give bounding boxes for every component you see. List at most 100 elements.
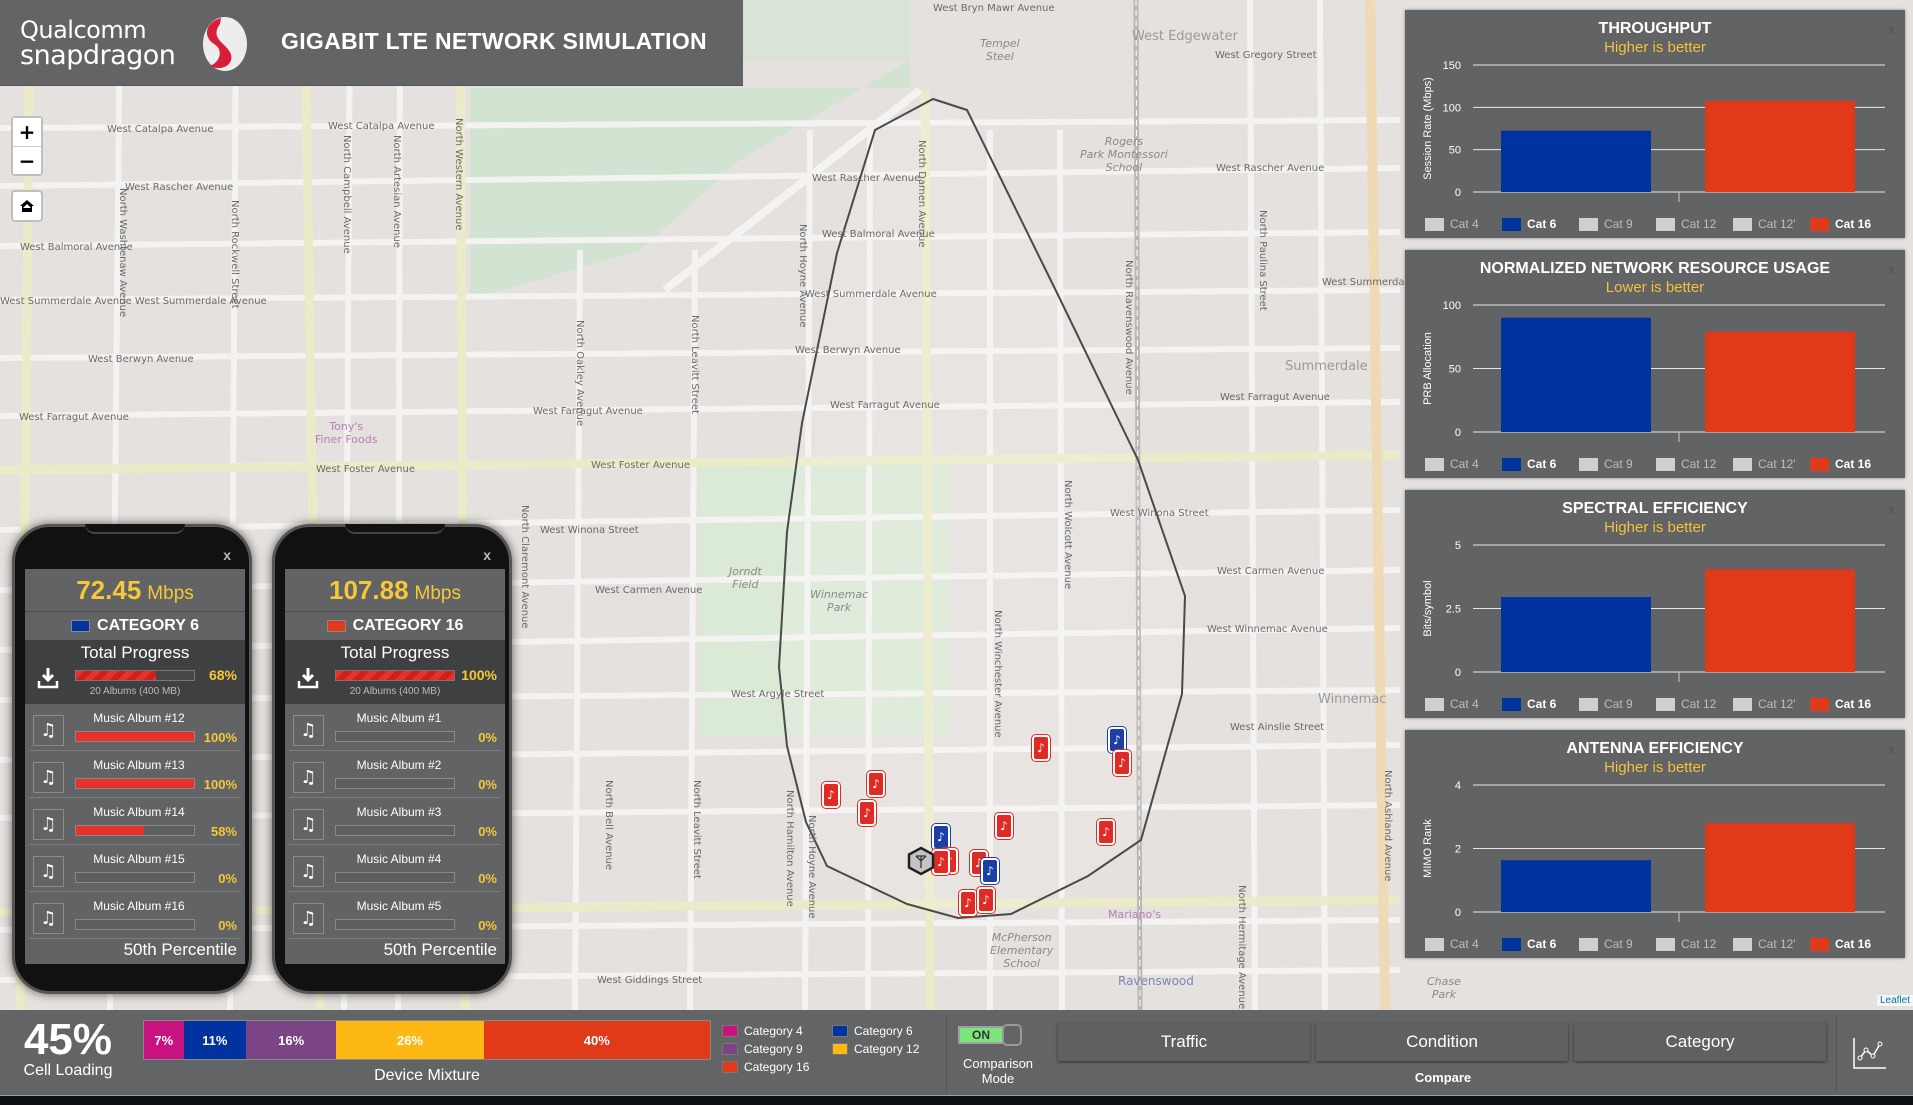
legend-item[interactable]: Cat 6 <box>1502 937 1579 951</box>
y-tick-label: 50 <box>1449 364 1461 376</box>
legend-item[interactable]: Cat 6 <box>1502 457 1579 471</box>
album-row[interactable]: ♫ Music Album #14 58% <box>29 798 241 845</box>
device-mixture-bar[interactable]: 7% 11% 16% 26% 40% <box>143 1020 711 1060</box>
device-marker[interactable]: ♪ <box>867 771 885 797</box>
cell-loading-label: Cell Loading <box>23 1062 113 1079</box>
legend-label: Cat 16 <box>1835 937 1872 951</box>
mixture-segment[interactable]: 26% <box>336 1021 484 1059</box>
device-marker[interactable]: ♪ <box>995 813 1013 839</box>
legend-item[interactable]: Cat 12' <box>1733 217 1810 231</box>
album-row[interactable]: ♫ Music Album #1 0% <box>289 704 501 751</box>
legend-label: Cat 9 <box>1604 697 1633 711</box>
bar-cat-16 <box>1705 569 1855 672</box>
home-button[interactable] <box>11 190 43 222</box>
street-label: West Winona Street <box>1110 508 1209 519</box>
album-row[interactable]: ♫ Music Album #13 100% <box>29 751 241 798</box>
music-note-icon: ♪ <box>986 864 994 878</box>
album-progress-percent: 0% <box>478 777 497 792</box>
chart-subtitle: Higher is better <box>1604 519 1706 536</box>
legend-item[interactable]: Cat 12 <box>1656 217 1733 231</box>
close-button[interactable]: x <box>1888 502 1895 517</box>
album-row[interactable]: ♫ Music Album #16 0% <box>29 892 241 939</box>
legend-item[interactable]: Cat 12' <box>1733 457 1810 471</box>
street-label: North Oakley Avenue <box>574 320 585 427</box>
close-button[interactable]: x <box>1888 262 1895 277</box>
album-title: Music Album #2 <box>356 758 442 772</box>
chart-panel: 0 2 4 MIMO Rank ANTENNA EFFICIENCY Higher is … <box>1405 730 1905 958</box>
device-marker[interactable]: ♪ <box>959 890 977 916</box>
legend-label: Cat 16 <box>1835 457 1872 471</box>
legend-item[interactable]: Cat 9 <box>1579 457 1656 471</box>
leaflet-attribution-link[interactable]: Leaflet <box>1876 995 1913 1006</box>
legend-item[interactable]: Cat 12 <box>1656 937 1733 951</box>
mixture-segment[interactable]: 11% <box>183 1021 246 1059</box>
legend-item[interactable]: Cat 16 <box>1810 217 1887 231</box>
legend-item[interactable]: Cat 4 <box>1425 217 1502 231</box>
legend-item[interactable]: Cat 4 <box>1425 937 1502 951</box>
mixture-segment[interactable]: 7% <box>144 1021 184 1059</box>
legend-item[interactable]: Cat 12 <box>1656 457 1733 471</box>
street-label: North Claremont Avenue <box>519 505 530 629</box>
zoom-in-button[interactable]: + <box>13 118 41 146</box>
album-row[interactable]: ♫ Music Album #15 0% <box>29 845 241 892</box>
device-marker[interactable]: ♪ <box>822 782 840 808</box>
legend-item[interactable]: Cat 12' <box>1733 697 1810 711</box>
legend-item[interactable]: Cat 9 <box>1579 697 1656 711</box>
condition-button[interactable]: Condition <box>1316 1023 1568 1061</box>
legend-item[interactable]: Cat 4 <box>1425 457 1502 471</box>
zoom-out-button[interactable]: − <box>13 146 41 174</box>
album-row[interactable]: ♫ Music Album #2 0% <box>289 751 501 798</box>
control-bar: 45% Cell Loading 7% 11% 16% 26% 40% Device M… <box>0 1010 1913 1095</box>
close-button[interactable]: x <box>483 547 491 563</box>
street-label: West Summerdale <box>1322 277 1414 288</box>
close-button[interactable]: x <box>223 547 231 563</box>
street-label: North Ravenswood Avenue <box>1123 260 1134 395</box>
device-marker[interactable]: ♪ <box>1032 735 1050 761</box>
legend-item[interactable]: Cat 6 <box>1502 697 1579 711</box>
legend-item[interactable]: Cat 6 <box>1502 217 1579 231</box>
category-button[interactable]: Category <box>1574 1023 1826 1061</box>
device-marker[interactable]: ♪ <box>1113 750 1131 776</box>
device-marker[interactable]: ♪ <box>858 800 876 826</box>
device-marker[interactable]: ♪ <box>981 858 999 884</box>
street-label: West Winona Street <box>540 525 639 536</box>
app-header: Qualcomm snapdragon GIGABIT LTE NETWORK … <box>0 0 743 86</box>
legend-item[interactable]: Cat 16 <box>1810 937 1887 951</box>
traffic-button[interactable]: Traffic <box>1058 1023 1310 1061</box>
album-row[interactable]: ♫ Music Album #4 0% <box>289 845 501 892</box>
street-label: North Washtenaw Avenue <box>117 188 128 318</box>
album-row[interactable]: ♫ Music Album #3 0% <box>289 798 501 845</box>
album-row[interactable]: ♫ Music Album #12 100% <box>29 704 241 751</box>
legend-label: Cat 12 <box>1681 937 1717 951</box>
legend-item[interactable]: Cat 9 <box>1579 937 1656 951</box>
place-label: Tony's Finer Foods <box>315 420 378 446</box>
comparison-mode-toggle[interactable]: ON <box>958 1024 1026 1046</box>
legend-item[interactable]: Cat 16 <box>1810 697 1887 711</box>
mixture-legend-item: Category 16 <box>722 1060 809 1074</box>
cell-tower-icon[interactable] <box>906 846 936 876</box>
legend-item[interactable]: Cat 12' <box>1733 937 1810 951</box>
legend-item[interactable]: Cat 4 <box>1425 697 1502 711</box>
close-button[interactable]: x <box>1888 742 1895 757</box>
device-marker[interactable]: ♪ <box>1097 819 1115 845</box>
throughput-value: 107.88 <box>329 575 409 605</box>
legend-item[interactable]: Cat 9 <box>1579 217 1656 231</box>
close-button[interactable]: x <box>1888 22 1895 37</box>
line-chart-icon[interactable] <box>1852 1036 1888 1070</box>
total-progress-title: Total Progress <box>340 643 450 662</box>
street-label: North Campbell Avenue <box>341 135 352 254</box>
device-marker[interactable]: ♪ <box>977 887 995 913</box>
legend-item[interactable]: Cat 16 <box>1810 457 1887 471</box>
album-row[interactable]: ♫ Music Album #5 0% <box>289 892 501 939</box>
progress-fill <box>336 671 454 680</box>
street-label: West Carmen Avenue <box>1217 566 1325 577</box>
total-progress-bar <box>335 670 455 681</box>
mixture-segment[interactable]: 40% <box>483 1021 710 1059</box>
street-label: West Summerdale Avenue West Summerdale A… <box>0 296 267 307</box>
music-note-icon: ♫ <box>33 856 64 887</box>
music-note-icon: ♫ <box>33 762 64 793</box>
street-label: West Summerdale Avenue <box>805 289 937 300</box>
chart-legend: Cat 4 Cat 6 Cat 9 Cat 12 Cat 12' Cat 16 <box>1425 217 1887 231</box>
legend-item[interactable]: Cat 12 <box>1656 697 1733 711</box>
mixture-segment[interactable]: 16% <box>245 1021 337 1059</box>
